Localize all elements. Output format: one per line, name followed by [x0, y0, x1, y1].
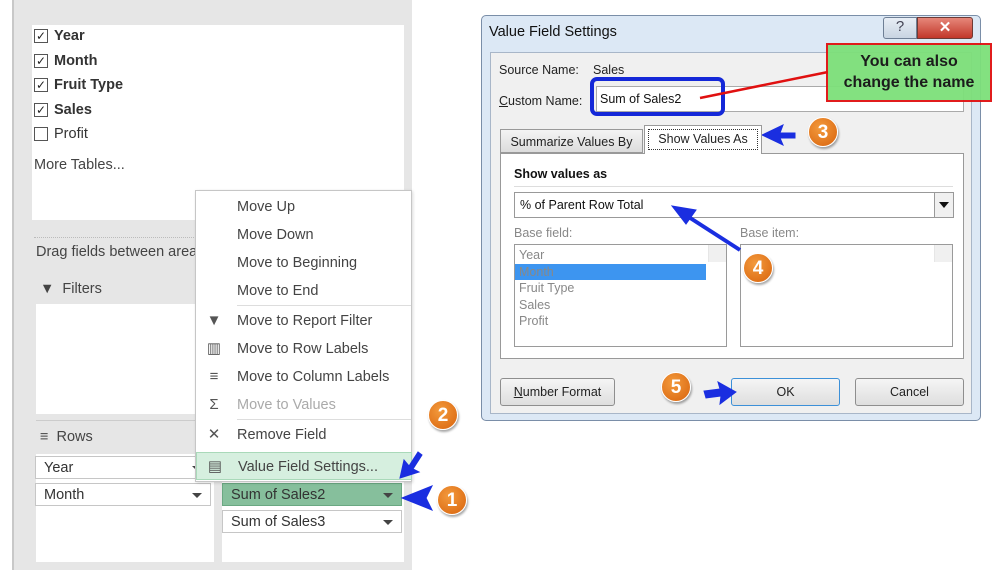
callout-pointer [699, 70, 829, 100]
tab-show-values-as[interactable]: Show Values As [644, 125, 762, 154]
arrow-5-icon [703, 380, 737, 406]
arrow-4-line [682, 212, 742, 252]
step-1-badge: 1 [437, 485, 467, 515]
step-5-badge: 5 [661, 372, 691, 402]
step-3-badge: 3 [808, 117, 838, 147]
step-4-badge: 4 [743, 253, 773, 283]
arrow-1-icon [400, 485, 434, 511]
callout-box: You can also change the name [826, 43, 992, 102]
step-2-badge: 2 [428, 400, 458, 430]
arrow-3-icon [760, 124, 796, 147]
arrow-2-icon [399, 451, 423, 479]
